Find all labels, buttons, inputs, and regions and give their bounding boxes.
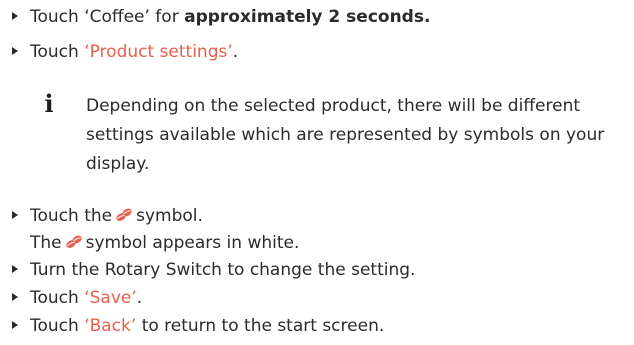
back-label: ‘Back’: [84, 316, 137, 336]
info-icon: i: [44, 89, 54, 118]
step-3: Touch the symbol.: [12, 205, 203, 227]
coffee-strength-icon: [116, 208, 132, 221]
bullet-icon: [12, 265, 18, 273]
result-text: The symbol appears in white.: [30, 233, 300, 253]
bullet-icon: [12, 12, 18, 20]
step-text: Turn the Rotary Switch to change the set…: [30, 260, 416, 280]
step-1: Touch ‘Coffee’ for approximately 2 secon…: [12, 6, 430, 28]
bullet-icon: [12, 211, 18, 219]
info-note: Depending on the selected product, there…: [86, 96, 605, 174]
step-text: Touch ‘Back’ to return to the start scre…: [30, 316, 385, 336]
step-4: Turn the Rotary Switch to change the set…: [12, 259, 415, 281]
step-text: Touch ‘Coffee’ for approximately 2 secon…: [30, 7, 431, 27]
product-settings-label: ‘Product settings’: [84, 42, 233, 62]
step-5: Touch ‘Save’.: [12, 287, 142, 309]
bullet-icon: [12, 293, 18, 301]
step-text: Touch ‘Product settings’.: [30, 42, 239, 62]
step-3-result: The symbol appears in white.: [12, 232, 299, 254]
coffee-strength-icon: [65, 235, 82, 248]
step-2: Touch ‘Product settings’.: [12, 41, 238, 63]
bullet-icon: [12, 321, 18, 329]
save-label: ‘Save’: [84, 288, 137, 308]
bullet-icon: [12, 47, 18, 55]
step-text: Touch ‘Save’.: [30, 288, 143, 308]
step-6: Touch ‘Back’ to return to the start scre…: [12, 315, 384, 337]
step-text: Touch the symbol.: [30, 206, 203, 226]
